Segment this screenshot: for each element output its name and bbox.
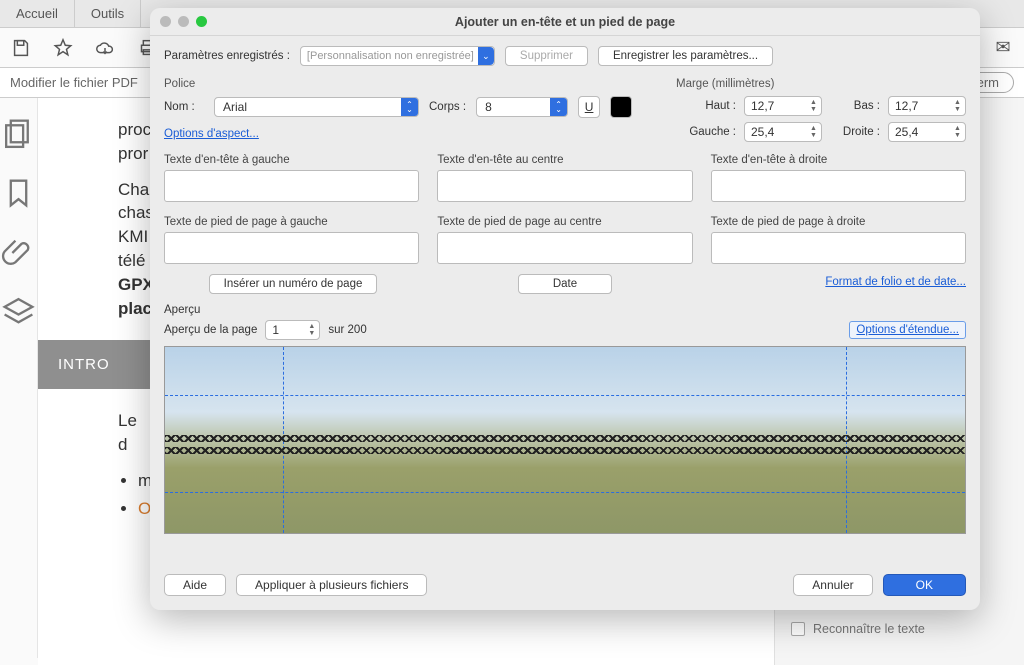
ocr-label: Reconnaître le texte [813, 622, 925, 636]
preview-page-label: Aperçu de la page [164, 324, 257, 336]
chevron-down-icon: ⌄ [478, 47, 494, 65]
attachment-icon[interactable] [0, 232, 37, 274]
header-center-input[interactable] [437, 170, 692, 202]
preview-total: sur 200 [328, 324, 366, 336]
insert-date-button[interactable]: Date [518, 274, 612, 294]
underline-button[interactable]: U [578, 96, 600, 118]
save-settings-button[interactable]: Enregistrer les paramètres... [598, 46, 773, 66]
ok-button[interactable]: OK [883, 574, 966, 596]
font-size-select[interactable]: 8⌃⌄ [476, 97, 568, 117]
footer-center-input[interactable] [437, 232, 692, 264]
ocr-checkbox[interactable] [791, 622, 805, 636]
header-left-label: Texte d'en-tête à gauche [164, 154, 419, 166]
page-title: Modifier le fichier PDF [10, 75, 138, 90]
font-group-label: Police [164, 78, 656, 90]
margin-top-label: Haut : [676, 100, 736, 112]
font-name-label: Nom : [164, 101, 204, 113]
star-icon[interactable] [52, 37, 74, 59]
margin-bottom-input[interactable]: 12,7▲▼ [888, 96, 966, 116]
margin-bottom-label: Bas : [830, 100, 880, 112]
tab-home[interactable]: Accueil [0, 0, 75, 27]
margin-top-input[interactable]: 12,7▲▼ [744, 96, 822, 116]
layers-icon[interactable] [0, 292, 37, 334]
header-footer-dialog: Ajouter un en-tête et un pied de page Pa… [150, 8, 980, 610]
dialog-footer: Aide Appliquer à plusieurs fichiers Annu… [150, 564, 980, 610]
color-button[interactable] [610, 96, 632, 118]
maximize-icon[interactable] [196, 16, 207, 27]
insert-page-number-button[interactable]: Insérer un numéro de page [209, 274, 378, 294]
apply-multiple-button[interactable]: Appliquer à plusieurs fichiers [236, 574, 427, 596]
footer-left-label: Texte de pied de page à gauche [164, 216, 419, 228]
footer-right-label: Texte de pied de page à droite [711, 216, 966, 228]
footer-center-label: Texte de pied de page au centre [437, 216, 692, 228]
appearance-options-link[interactable]: Options d'aspect... [164, 128, 259, 140]
preview-page-input[interactable]: 1▲▼ [265, 320, 320, 340]
header-left-input[interactable] [164, 170, 419, 202]
margin-left-label: Gauche : [676, 126, 736, 138]
close-icon[interactable] [160, 16, 171, 27]
titlebar: Ajouter un en-tête et un pied de page [150, 8, 980, 36]
margin-right-input[interactable]: 25,4▲▼ [888, 122, 966, 142]
chevron-down-icon: ⌃⌄ [550, 98, 567, 116]
header-right-label: Texte d'en-tête à droite [711, 154, 966, 166]
pages-icon[interactable] [0, 112, 37, 154]
preview-label: Aperçu [164, 304, 966, 316]
header-right-input[interactable] [711, 170, 966, 202]
minimize-icon[interactable] [178, 16, 189, 27]
font-name-select[interactable]: Arial⌃⌄ [214, 97, 419, 117]
bookmark-icon[interactable] [0, 172, 37, 214]
margin-right-label: Droite : [830, 126, 880, 138]
margin-group-label: Marge (millimètres) [676, 78, 966, 90]
folio-format-link[interactable]: Format de folio et de date... [825, 276, 966, 288]
saved-settings-combo[interactable]: [Personnalisation non enregistrée] ⌄ [300, 46, 495, 66]
margin-left-input[interactable]: 25,4▲▼ [744, 122, 822, 142]
tab-tools[interactable]: Outils [75, 0, 141, 27]
save-icon[interactable] [10, 37, 32, 59]
saved-settings-label: Paramètres enregistrés : [164, 50, 290, 62]
mail-icon[interactable]: ✉ [992, 37, 1014, 59]
range-options-link[interactable]: Options d'étendue... [849, 321, 966, 339]
footer-right-input[interactable] [711, 232, 966, 264]
chevron-down-icon: ⌃⌄ [401, 98, 418, 116]
dialog-title: Ajouter un en-tête et un pied de page [455, 15, 675, 29]
cancel-button[interactable]: Annuler [793, 574, 872, 596]
header-center-label: Texte d'en-tête au centre [437, 154, 692, 166]
delete-button: Supprimer [505, 46, 588, 66]
footer-left-input[interactable] [164, 232, 419, 264]
font-size-label: Corps : [429, 101, 466, 113]
preview-area [164, 346, 966, 534]
help-button[interactable]: Aide [164, 574, 226, 596]
cloud-icon[interactable] [94, 37, 116, 59]
left-rail [0, 98, 38, 658]
